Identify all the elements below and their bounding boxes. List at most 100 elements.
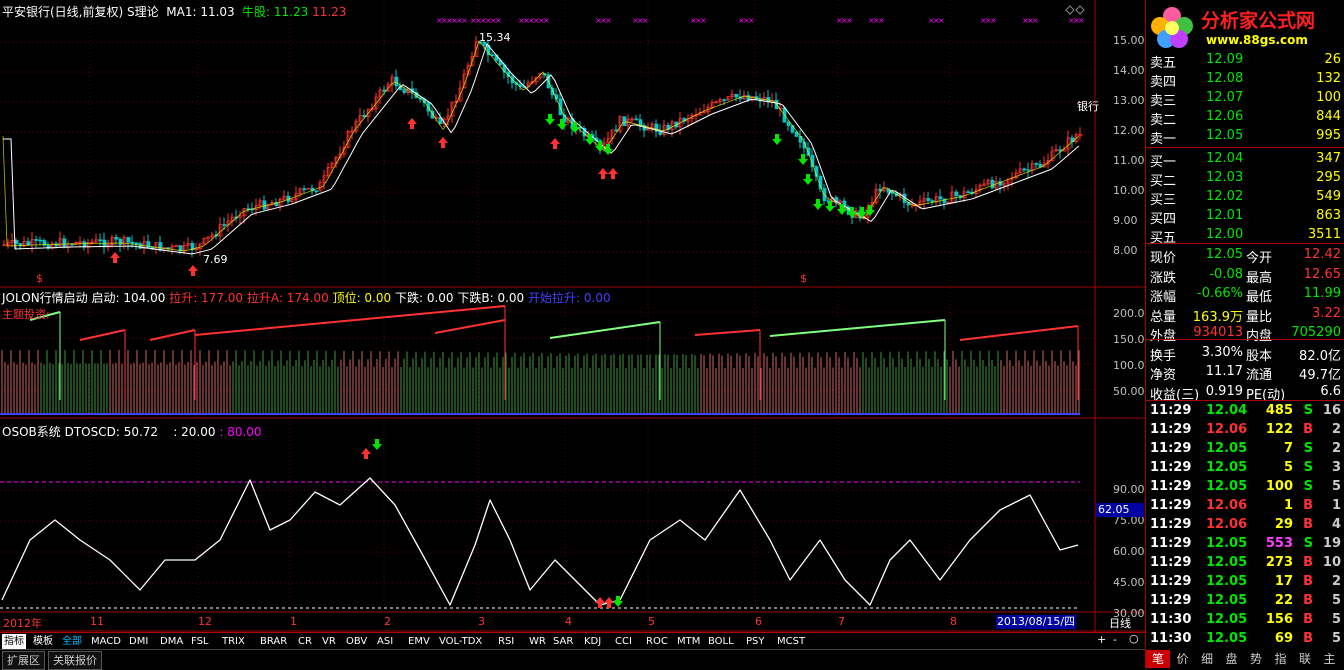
chart-canvas[interactable]: ×××××× ×××××× ×××××× ××× ××× ××× ××× ××× ××× ××× ×… <box>0 0 1145 632</box>
panel-tab-7[interactable]: 主 <box>1318 650 1342 668</box>
zoom-out-button[interactable]: - <box>1113 633 1117 646</box>
tick-volume: 17 <box>1274 574 1293 589</box>
osob-sell-arrow-icon <box>372 439 382 450</box>
indicator-tab-mcst[interactable]: MCST <box>775 634 807 649</box>
tick-row: 11:29 12.05 7 S 2 <box>1146 440 1344 459</box>
indicator-tab-cci[interactable]: CCI <box>613 634 634 649</box>
indicator-tab-mtm[interactable]: MTM <box>675 634 702 649</box>
candle-body <box>634 118 639 121</box>
panel-tab-6[interactable]: 联 <box>1293 650 1317 668</box>
indicator-tab-psy[interactable]: PSY <box>744 634 767 649</box>
tick-time: 11:29 <box>1150 403 1192 418</box>
sell-level-volume: 26 <box>1324 52 1341 67</box>
kline-chart-area[interactable]: × × × × × × × × × × × × × × × × × × × × × × × × × × × × × × × × × × × × × × × ×… <box>0 0 1145 632</box>
buy-arrow-icon <box>598 168 608 179</box>
quote-value: -0.66% <box>1197 286 1243 301</box>
date-month-label: 3 <box>478 615 485 628</box>
quote-label: 今开 <box>1246 251 1273 266</box>
indicator-tab-vr[interactable]: VR <box>320 634 338 649</box>
magenta-marker: × <box>495 16 502 25</box>
indicator-tab-全部[interactable]: 全部 <box>60 634 84 649</box>
date-month-label: 6 <box>755 615 762 628</box>
panel-tab-0[interactable]: 笔 <box>1146 650 1170 668</box>
osob-axis-label: 45.00 <box>1113 576 1145 589</box>
diamond-icon <box>1065 5 1075 15</box>
osob-buy-arrow-icon <box>361 448 371 459</box>
indicator-tab-macd[interactable]: MACD <box>89 634 123 649</box>
osob-buy-arrow-icon <box>595 597 605 608</box>
tick-side: B <box>1303 555 1313 570</box>
osob-axis-label: 90.00 <box>1113 483 1145 496</box>
price-axis-label: 8.00 <box>1113 244 1138 257</box>
indicator-tab-asi[interactable]: ASI <box>375 634 395 649</box>
indicator-tab-dma[interactable]: DMA <box>158 634 185 649</box>
panel-tab-3[interactable]: 盘 <box>1220 650 1244 668</box>
candle-body <box>786 121 791 126</box>
tick-row: 11:29 12.06 29 B 4 <box>1146 516 1344 535</box>
osob-header: OSOB系统 DTOSCD: 50.72 : 20.00 : 80.00 <box>2 425 262 439</box>
indicator-tab-cr[interactable]: CR <box>296 634 314 649</box>
indicator-tab-模板[interactable]: 模板 <box>31 634 55 649</box>
indicator-tab-roc[interactable]: ROC <box>644 634 670 649</box>
tick-time: 11:29 <box>1150 536 1192 551</box>
tick-price: 12.05 <box>1206 612 1248 627</box>
candle-body <box>98 239 103 242</box>
quote-value: 49.7亿 <box>1299 368 1341 383</box>
tick-row: 11:29 12.04 485 S 16 <box>1146 402 1344 421</box>
tick-volume: 69 <box>1274 631 1293 646</box>
bottom-tab-0[interactable]: 扩展区 <box>2 651 45 670</box>
indicator-tab-sar[interactable]: SAR <box>551 634 575 649</box>
indicator-tab-boll[interactable]: BOLL <box>706 634 736 649</box>
order-book-row: 买四 12.01 863 <box>1146 206 1344 227</box>
panel-tab-5[interactable]: 指 <box>1269 650 1293 668</box>
jolon-trend-line <box>434 319 506 334</box>
tick-count: 2 <box>1331 574 1341 589</box>
jolon-header: JOLON行情启动 启动: 104.00 拉升: 177.00 拉升A: 174… <box>2 291 611 305</box>
indicator-tab-emv[interactable]: EMV <box>406 634 432 649</box>
indicator-tab-dmi[interactable]: DMI <box>127 634 150 649</box>
buy-arrow-icon <box>407 118 417 129</box>
zoom-in-button[interactable]: + <box>1097 633 1106 646</box>
candle-body <box>926 198 931 201</box>
indicator-tab-fsl[interactable]: FSL <box>189 634 211 649</box>
buy-level-volume: 347 <box>1316 151 1341 166</box>
settings-button[interactable]: ○ <box>1129 632 1139 645</box>
candle-body <box>558 98 563 116</box>
order-book-row: 买二 12.03 295 <box>1146 168 1344 189</box>
tick-price: 12.05 <box>1206 536 1248 551</box>
indicator-tab-brar[interactable]: BRAR <box>258 634 289 649</box>
panel-tab-2[interactable]: 细 <box>1195 650 1219 668</box>
quote-value: 3.22 <box>1312 305 1341 321</box>
date-month-label: 2 <box>384 615 391 628</box>
panel-tab-4[interactable]: 势 <box>1244 650 1268 668</box>
panel-tab-1[interactable]: 价 <box>1171 650 1195 668</box>
date-month-label: 1 <box>290 615 297 628</box>
bull-label: 牛股: 11.23 11.23 <box>242 5 347 19</box>
tick-time: 11:29 <box>1150 574 1192 589</box>
sell-level-price: 12.05 <box>1206 128 1244 143</box>
indicator-tab-trix[interactable]: TRIX <box>220 634 247 649</box>
order-book-row: 总量 163.9万 量比 3.22 <box>1146 304 1344 325</box>
candle-body <box>966 191 971 194</box>
date-month-label: 12 <box>198 615 212 628</box>
tick-price: 12.05 <box>1206 441 1248 456</box>
buy-level-price: 12.01 <box>1206 208 1244 223</box>
magenta-marker: × <box>700 16 707 25</box>
theme-label: 主题投资: <box>2 308 50 321</box>
bottom-tab-1[interactable]: 关联报价 <box>48 651 102 670</box>
sell-arrow-icon <box>798 154 808 165</box>
jolon-trend-line <box>694 329 761 336</box>
osob-curve <box>1 477 1079 606</box>
order-book-row: 卖五 12.09 26 <box>1146 50 1344 71</box>
indicator-tab-kdj[interactable]: KDJ <box>582 634 603 649</box>
indicator-tab-vol-tdx[interactable]: VOL-TDX <box>437 634 484 649</box>
tick-time: 11:29 <box>1150 460 1192 475</box>
sell-arrow-icon <box>857 207 867 218</box>
quote-label: 外盘 <box>1150 329 1177 344</box>
indicator-tab-指标[interactable]: 指标 <box>2 634 26 649</box>
indicator-tab-obv[interactable]: OBV <box>344 634 369 649</box>
candle-body <box>622 116 627 127</box>
indicator-tab-wr[interactable]: WR <box>527 634 548 649</box>
tick-row: 11:29 12.06 1 B 1 <box>1146 497 1344 516</box>
indicator-tab-rsi[interactable]: RSI <box>496 634 516 649</box>
